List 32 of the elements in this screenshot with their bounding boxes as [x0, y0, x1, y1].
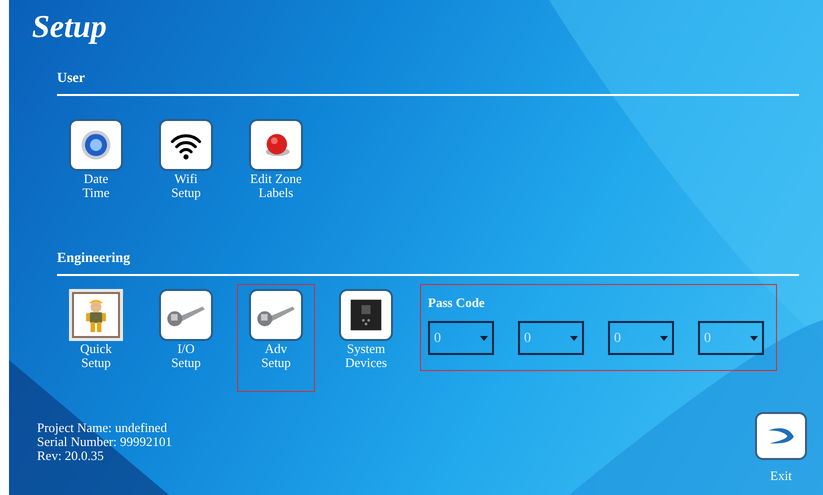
- info-line: Rev: 20.0.35: [37, 449, 105, 463]
- setup-tile-button[interactable]: [159, 289, 213, 341]
- tile-label: Wifi Setup: [171, 172, 201, 200]
- caret-icon: [570, 336, 578, 340]
- setup-tile-button[interactable]: [69, 119, 123, 171]
- tile-label: Date Time: [82, 172, 110, 200]
- digit-dropdown[interactable]: 0: [698, 321, 764, 355]
- digit-dropdown[interactable]: 0: [608, 321, 674, 355]
- section-heading: Engineering: [57, 250, 799, 276]
- caret-icon: [660, 336, 668, 340]
- caret-icon: [750, 336, 758, 340]
- exit-label: Exit: [770, 466, 792, 484]
- setup-tile-button[interactable]: [339, 289, 393, 341]
- setup-tile-button[interactable]: [249, 119, 303, 171]
- tile-label: I/O Setup: [171, 342, 201, 370]
- tile-label: Adv Setup: [261, 342, 291, 370]
- section-heading: User: [57, 70, 799, 96]
- caret-icon: [480, 336, 488, 340]
- tile-label: Edit Zone Labels: [250, 172, 302, 200]
- digit-dropdown[interactable]: 0: [428, 321, 494, 355]
- info-line: Serial Number: 99992101: [37, 435, 172, 449]
- tile-label: Quick Setup: [80, 342, 112, 370]
- exit-button[interactable]: [755, 412, 807, 460]
- digit-dropdown[interactable]: 0: [518, 321, 584, 355]
- tile-label: System Devices: [345, 342, 387, 370]
- pass-code-label: Pass Code: [428, 295, 486, 311]
- page-title: Setup: [31, 7, 108, 46]
- wall-panel-icon: [348, 297, 384, 333]
- round-button-icon: [79, 128, 113, 162]
- setup-tile-button[interactable]: [159, 119, 213, 171]
- setup-tile-button[interactable]: [249, 289, 303, 341]
- info-line: Project Name: undefined: [37, 421, 168, 435]
